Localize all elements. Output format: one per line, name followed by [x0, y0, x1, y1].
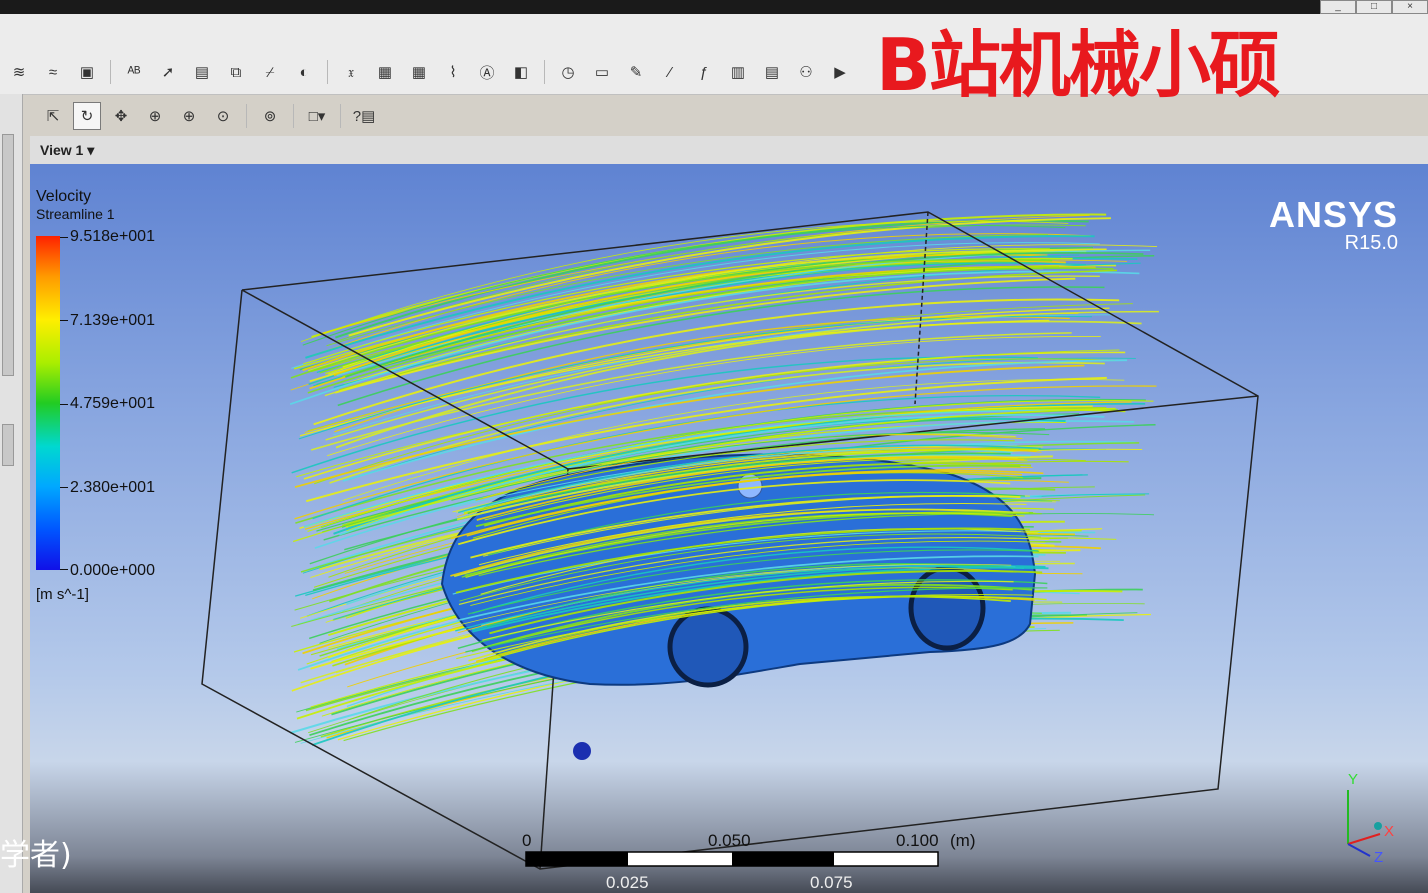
panel-tab[interactable] — [2, 424, 14, 466]
rotate-icon[interactable]: ↻ — [73, 102, 101, 130]
function-icon[interactable]: 𝔵 — [337, 58, 365, 86]
probe-icon[interactable]: ⁄ — [656, 58, 684, 86]
toolbar-separator — [327, 60, 328, 84]
contour-icon[interactable]: ≈ — [39, 58, 67, 86]
variable-icon[interactable]: ◧ — [507, 58, 535, 86]
left-panel — [0, 94, 23, 893]
3d-viewport[interactable]: Velocity Streamline 1 9.518e+001 7.139e+… — [30, 164, 1428, 893]
expression-icon[interactable]: ▦ — [371, 58, 399, 86]
timestep-icon[interactable]: ◷ — [554, 58, 582, 86]
subtitle-caption: 学者) — [0, 838, 72, 873]
toolbar-row-1: ≋ ≈ ▣ ᴬᴮ ➚ ▤ ⧉ ⌿ ◐ 𝔵 ▦ ▦ ⌇ Ⓐ ◧ ◷ ▭ ✎ ⁄ ƒ… — [2, 58, 857, 86]
scale-bar — [525, 851, 939, 867]
zoom-icon[interactable]: ⊕ — [141, 102, 169, 130]
watermark-text: B站机械小硕 — [876, 23, 1281, 107]
scale-label: 0.075 — [810, 873, 853, 892]
window-controls: _ □ × — [1320, 0, 1428, 14]
zoom-box-icon[interactable]: ⊕ — [175, 102, 203, 130]
streamline — [304, 312, 1079, 433]
toolbar-separator — [544, 60, 545, 84]
vector-icon[interactable]: ➚ — [154, 58, 182, 86]
axis-triad: Y X Z — [1347, 771, 1394, 866]
minimize-button[interactable]: _ — [1320, 0, 1356, 14]
scene-svg: 0 0.050 0.100 (m) 0.025 0.075 Y X Z — [201, 211, 1394, 892]
scale-label: 0.050 — [708, 831, 751, 850]
toolbar-separator — [246, 104, 247, 128]
toolbar-separator — [293, 104, 294, 128]
toolbar-separator — [110, 60, 111, 84]
command-icon[interactable]: ▶ — [826, 58, 854, 86]
fit-view-icon[interactable]: ⊚ — [256, 102, 284, 130]
chart-icon[interactable]: ⌇ — [439, 58, 467, 86]
animation-icon[interactable]: ▭ — [588, 58, 616, 86]
axis-z-label: Z — [1374, 849, 1383, 866]
pan-icon[interactable]: ✥ — [107, 102, 135, 130]
zoom-fit-icon[interactable]: ⊙ — [209, 102, 237, 130]
view-selector-bar: View 1 ▾ — [30, 136, 1428, 165]
scale-label: 0.100 — [896, 831, 939, 850]
color-icon[interactable]: ◐ — [290, 58, 318, 86]
scale-label: 0 — [522, 831, 531, 850]
help-icon[interactable]: ?▤ — [350, 102, 378, 130]
text-icon[interactable]: ᴬᴮ — [120, 58, 148, 86]
report-icon[interactable]: ▥ — [724, 58, 752, 86]
volume-icon[interactable]: ▣ — [73, 58, 101, 86]
probe-marker — [573, 742, 591, 760]
panel-scrollbar[interactable] — [2, 134, 14, 376]
annotation-icon[interactable]: Ⓐ — [473, 58, 501, 86]
streamline-icon[interactable]: ≋ — [5, 58, 33, 86]
scale-unit: (m) — [950, 831, 975, 850]
select-icon[interactable]: ⇱ — [39, 102, 67, 130]
table-icon[interactable]: ▦ — [405, 58, 433, 86]
close-button[interactable]: × — [1392, 0, 1428, 14]
quick-edit-icon[interactable]: ✎ — [622, 58, 650, 86]
legend-icon[interactable]: ▤ — [188, 58, 216, 86]
scale-label: 0.025 — [606, 873, 649, 892]
maximize-button[interactable]: □ — [1356, 0, 1392, 14]
viewport-layout-icon[interactable]: □▾ — [303, 102, 331, 130]
axis-x-label: X — [1384, 823, 1394, 840]
case-icon[interactable]: ⚇ — [792, 58, 820, 86]
group-icon[interactable]: ⧉ — [222, 58, 250, 86]
calculator-icon[interactable]: ƒ — [690, 58, 718, 86]
toolbar-separator — [340, 104, 341, 128]
view-dropdown[interactable]: View 1 ▾ — [40, 142, 94, 159]
file-icon[interactable]: ▤ — [758, 58, 786, 86]
toolbar-row-2: ⇱ ↻ ✥ ⊕ ⊕ ⊙ ⊚ □▾ ?▤ — [36, 102, 381, 130]
clip-icon[interactable]: ⌿ — [256, 58, 284, 86]
axis-y-label: Y — [1348, 771, 1358, 788]
